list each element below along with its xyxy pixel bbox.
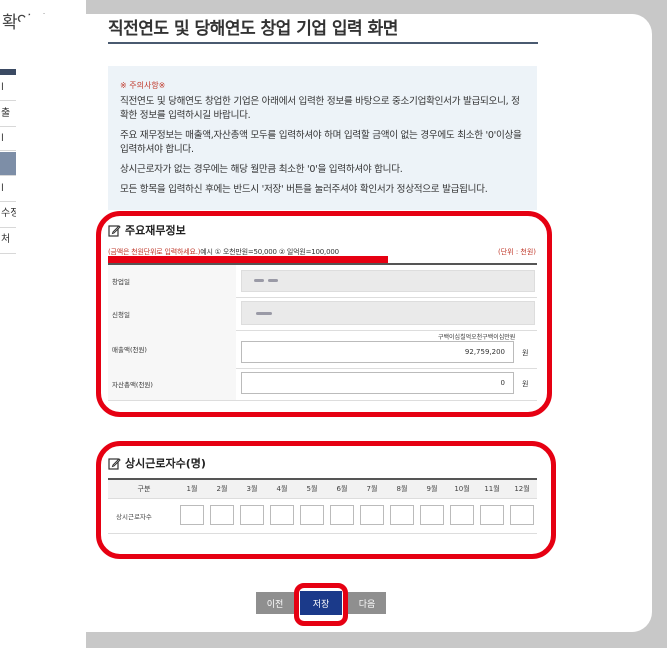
sidebar-item-label: l [1,133,4,144]
notice-line: 모든 항목을 입력하신 후에는 반드시 '저장' 버튼을 눌러주셔야 확인서가 … [120,184,488,195]
sidebar-item-label: 처 [1,234,11,245]
title-divider [108,42,538,44]
save-highlight-box [294,583,348,626]
employees-highlight-box [96,441,556,559]
notice-heading: ※ 주의사항※ [120,81,166,90]
next-button[interactable]: 다음 [348,592,386,614]
prev-button[interactable]: 이전 [256,592,294,614]
notice-line: 직전연도 및 당해연도 창업한 기업은 아래에서 입력한 정보를 바탕으로 중소… [120,96,520,121]
sidebar-item-label: 출 [1,108,11,119]
notice-line: 상시근로자가 없는 경우에는 해당 월만큼 최소한 '0'을 입력하셔야 합니다… [120,164,403,175]
notice-box: ※ 주의사항※ 직전연도 및 당해연도 창업한 기업은 아래에서 입력한 정보를… [108,66,537,210]
page-title: 직전연도 및 당해연도 창업 기업 입력 화면 [108,19,398,39]
notice-line: 주요 재무정보는 매출액,자산총액 모두를 입력하셔야 하며 입력할 금액이 없… [120,130,522,155]
sidebar-item-label: l [1,82,4,93]
sidebar-item-label: l [1,183,4,194]
finance-highlight-box [96,211,552,417]
